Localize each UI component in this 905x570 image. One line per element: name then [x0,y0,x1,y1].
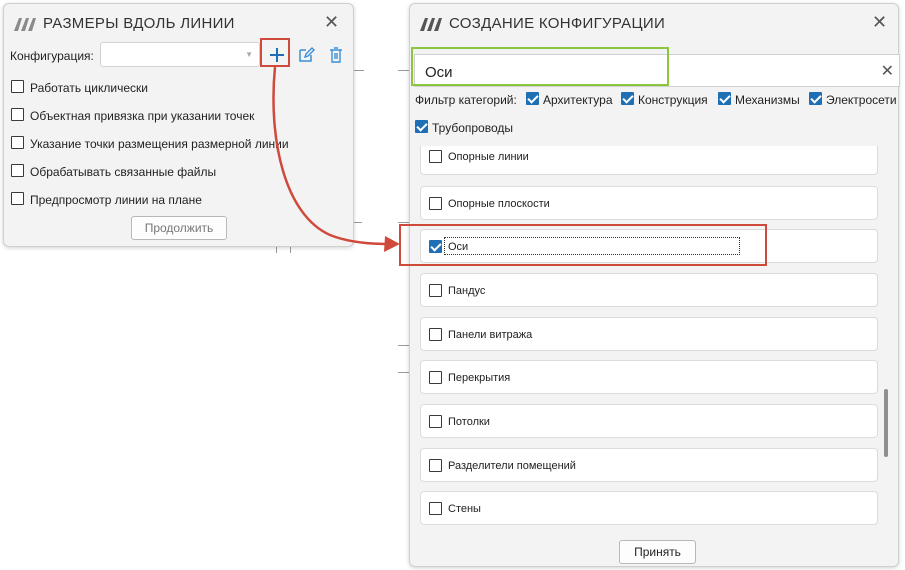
item-checkbox[interactable] [429,197,442,210]
item-checkbox[interactable] [429,150,442,163]
cad-line [354,222,362,223]
option-label: Объектная привязка при указании точек [30,109,255,123]
item-label: Опорные плоскости [448,198,550,210]
filter-label: Фильтр категорий: [415,93,517,107]
app-logo-icon [420,18,442,31]
filter-label-architecture: Архитектура [543,93,613,107]
edit-icon [299,46,315,62]
item-checkbox[interactable] [429,284,442,297]
cad-line [290,247,291,253]
filter-checkbox[interactable] [809,92,822,105]
item-label: Пандус [448,285,486,297]
list-item[interactable]: Оси [420,229,878,263]
option-checkbox[interactable] [11,136,24,149]
edit-config-button[interactable] [295,42,317,67]
close-button[interactable]: ✕ [324,12,339,33]
dimensions-dialog: РАЗМЕРЫ ВДОЛЬ ЛИНИИ ✕ Конфигурация: ▼ Ра… [3,3,354,247]
item-label: Оси [448,241,469,253]
accept-button[interactable]: Принять [619,540,696,564]
item-label: Перекрытия [448,372,511,384]
item-checkbox[interactable] [429,415,442,428]
item-checkbox[interactable] [429,240,442,253]
cad-line [398,222,409,223]
cad-line [398,372,409,373]
cad-line [398,345,409,346]
delete-config-button[interactable] [325,42,347,67]
filter-checkbox[interactable] [718,92,731,105]
create-config-dialog: СОЗДАНИЕ КОНФИГУРАЦИИ ✕ ✕ Фильтр категор… [409,3,900,567]
item-checkbox[interactable] [429,328,442,341]
item-label: Панели витража [448,329,533,341]
option-checkbox[interactable] [11,80,24,93]
dialog-title: СОЗДАНИЕ КОНФИГУРАЦИИ [449,15,666,32]
filter-checkbox[interactable] [526,92,539,105]
dialog-title: РАЗМЕРЫ ВДОЛЬ ЛИНИИ [43,15,235,32]
option-label: Указание точки размещения размерной лини… [30,137,289,151]
option-label: Работать циклически [30,81,148,95]
cad-line [276,247,277,253]
list-item[interactable]: Панели витража [420,317,878,351]
filter-label-construction: Конструкция [638,93,708,107]
search-field[interactable]: ✕ [414,54,900,87]
search-input[interactable] [423,59,867,85]
option-checkbox[interactable] [11,108,24,121]
list-item[interactable]: Опорные линии [420,146,878,175]
chevron-down-icon: ▼ [245,50,253,59]
cad-line [354,70,364,71]
option-checkbox[interactable] [11,164,24,177]
item-label: Опорные линии [448,151,529,163]
list-item[interactable]: Опорные плоскости [420,186,878,220]
item-label: Разделители помещений [448,460,576,472]
continue-button[interactable]: Продолжить [131,216,227,240]
list-scrollbar[interactable] [884,389,888,457]
item-checkbox[interactable] [429,502,442,515]
plus-icon [270,47,284,62]
cad-line [398,70,409,71]
list-item[interactable]: Пандус [420,273,878,307]
trash-icon [330,46,342,63]
clear-search-icon[interactable]: ✕ [881,61,894,81]
list-item[interactable]: Перекрытия [420,360,878,394]
filter-label-electrical: Электросети [826,93,897,107]
option-checkbox[interactable] [11,192,24,205]
option-label: Обрабатывать связанные файлы [30,165,217,179]
focus-indicator [444,237,740,255]
filter-checkbox[interactable] [415,120,428,133]
list-item[interactable]: Стены [420,491,878,525]
close-button[interactable]: ✕ [872,12,887,33]
option-label: Предпросмотр линии на плане [30,193,202,207]
category-list: Опорные линии Опорные плоскости Оси Панд… [410,146,900,534]
config-select[interactable]: ▼ [100,42,260,67]
list-item[interactable]: Потолки [420,404,878,438]
add-config-button[interactable] [264,42,290,67]
list-item[interactable]: Разделители помещений [420,448,878,482]
app-logo-icon [14,18,36,31]
dialog-titlebar: СОЗДАНИЕ КОНФИГУРАЦИИ ✕ [410,4,898,40]
dialog-titlebar: РАЗМЕРЫ ВДОЛЬ ЛИНИИ ✕ [4,4,353,40]
item-label: Потолки [448,416,490,428]
item-checkbox[interactable] [429,371,442,384]
filter-checkbox[interactable] [621,92,634,105]
item-label: Стены [448,503,481,515]
filter-label-piping: Трубопроводы [432,121,513,135]
filter-label-mechanisms: Механизмы [735,93,800,107]
item-checkbox[interactable] [429,459,442,472]
config-label: Конфигурация: [10,49,94,63]
